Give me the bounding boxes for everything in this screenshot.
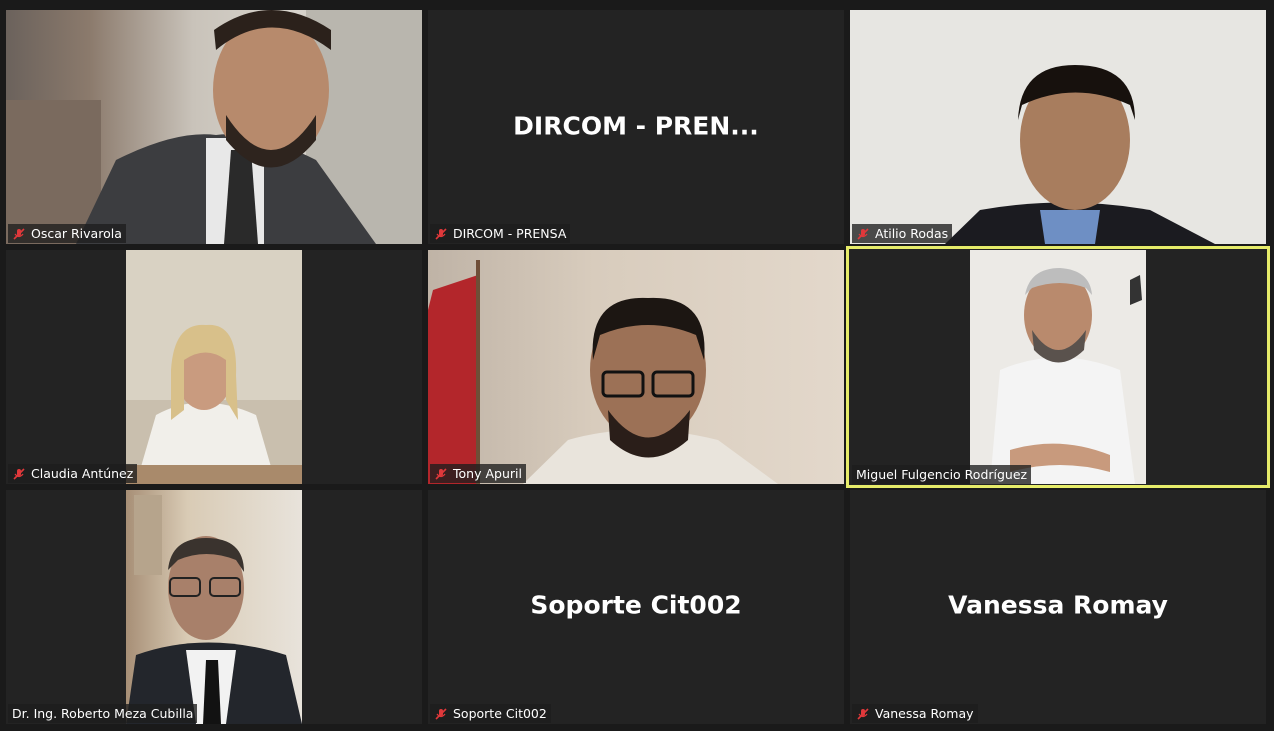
video-tile-dircom-prensa[interactable]: DIRCOM - PREN... DIRCOM - PRENSA bbox=[428, 10, 844, 244]
mic-muted-icon bbox=[435, 707, 447, 720]
participant-video bbox=[970, 250, 1146, 484]
participant-name-label: Atilio Rodas bbox=[852, 224, 953, 243]
person-silhouette bbox=[126, 324, 302, 484]
participant-video bbox=[126, 490, 302, 724]
participant-name: Tony Apuril bbox=[453, 466, 522, 481]
participant-name-label: Vanessa Romay bbox=[852, 704, 978, 723]
person-silhouette bbox=[428, 260, 778, 484]
person-silhouette bbox=[6, 10, 422, 244]
participant-name-label: Dr. Ing. Roberto Meza Cubilla bbox=[8, 704, 198, 723]
participant-name-label: Miguel Fulgencio Rodríguez bbox=[852, 465, 1032, 484]
participant-display-name: DIRCOM - PREN... bbox=[513, 111, 759, 141]
participant-display-name: Vanessa Romay bbox=[948, 590, 1168, 620]
mic-muted-icon bbox=[13, 227, 25, 240]
mic-muted-icon bbox=[857, 227, 869, 240]
participant-name-label: Claudia Antúnez bbox=[8, 464, 138, 483]
participant-video bbox=[850, 10, 1266, 244]
participant-name: Oscar Rivarola bbox=[31, 226, 122, 241]
participant-name: Soporte Cit002 bbox=[453, 706, 547, 721]
participant-video bbox=[126, 250, 302, 484]
mic-muted-icon bbox=[435, 467, 447, 480]
participant-name: Vanessa Romay bbox=[875, 706, 974, 721]
participant-name-label: Oscar Rivarola bbox=[8, 224, 126, 243]
person-silhouette bbox=[945, 65, 1215, 244]
person-silhouette bbox=[990, 268, 1142, 484]
video-tile-oscar-rivarola[interactable]: Oscar Rivarola bbox=[6, 10, 422, 244]
mic-muted-icon bbox=[857, 707, 869, 720]
video-tile-soporte-cit002[interactable]: Soporte Cit002 Soporte Cit002 bbox=[428, 490, 844, 724]
participant-name: Miguel Fulgencio Rodríguez bbox=[856, 467, 1028, 482]
participant-video bbox=[6, 10, 422, 244]
participant-name-label: DIRCOM - PRENSA bbox=[430, 224, 571, 243]
video-tile-roberto-meza-cubilla[interactable]: Dr. Ing. Roberto Meza Cubilla bbox=[6, 490, 422, 724]
video-tile-atilio-rodas[interactable]: Atilio Rodas bbox=[850, 10, 1266, 244]
participant-name: DIRCOM - PRENSA bbox=[453, 226, 567, 241]
participant-name: Claudia Antúnez bbox=[31, 466, 134, 481]
participant-display-name: Soporte Cit002 bbox=[530, 590, 742, 620]
mic-muted-icon bbox=[13, 467, 25, 480]
participant-name-label: Tony Apuril bbox=[430, 464, 526, 483]
video-tile-claudia-antunez[interactable]: Claudia Antúnez bbox=[6, 250, 422, 484]
participant-video bbox=[428, 250, 844, 484]
mic-muted-icon bbox=[435, 227, 447, 240]
participant-name: Dr. Ing. Roberto Meza Cubilla bbox=[12, 706, 194, 721]
video-tile-tony-apuril[interactable]: Tony Apuril bbox=[428, 250, 844, 484]
video-tile-vanessa-romay[interactable]: Vanessa Romay Vanessa Romay bbox=[850, 490, 1266, 724]
participant-name: Atilio Rodas bbox=[875, 226, 949, 241]
person-silhouette bbox=[126, 495, 302, 724]
video-tile-miguel-fulgencio-rodriguez[interactable]: Miguel Fulgencio Rodríguez bbox=[846, 246, 1270, 488]
participant-name-label: Soporte Cit002 bbox=[430, 704, 551, 723]
